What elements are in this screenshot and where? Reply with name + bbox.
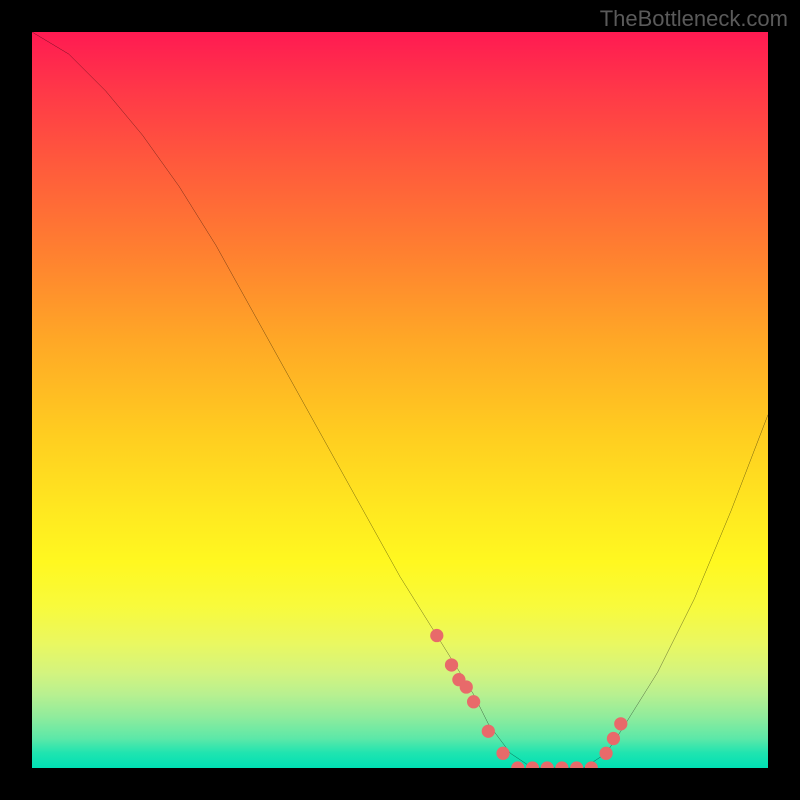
bottleneck-curve-path [32, 32, 768, 768]
marker-dot [430, 629, 443, 642]
marker-dot [599, 747, 612, 760]
marker-dot [570, 761, 583, 768]
marker-dot [614, 717, 627, 730]
curve-svg [32, 32, 768, 768]
marker-dot [445, 658, 458, 671]
marker-group [430, 629, 627, 768]
marker-dot [467, 695, 480, 708]
marker-dot [482, 725, 495, 738]
marker-dot [541, 761, 554, 768]
marker-dot [526, 761, 539, 768]
marker-dot [585, 761, 598, 768]
marker-dot [607, 732, 620, 745]
marker-dot [511, 761, 524, 768]
marker-dot [496, 747, 509, 760]
plot-area [32, 32, 768, 768]
marker-dot [555, 761, 568, 768]
chart-container: TheBottleneck.com [0, 0, 800, 800]
watermark-text: TheBottleneck.com [600, 6, 788, 32]
marker-dot [460, 680, 473, 693]
